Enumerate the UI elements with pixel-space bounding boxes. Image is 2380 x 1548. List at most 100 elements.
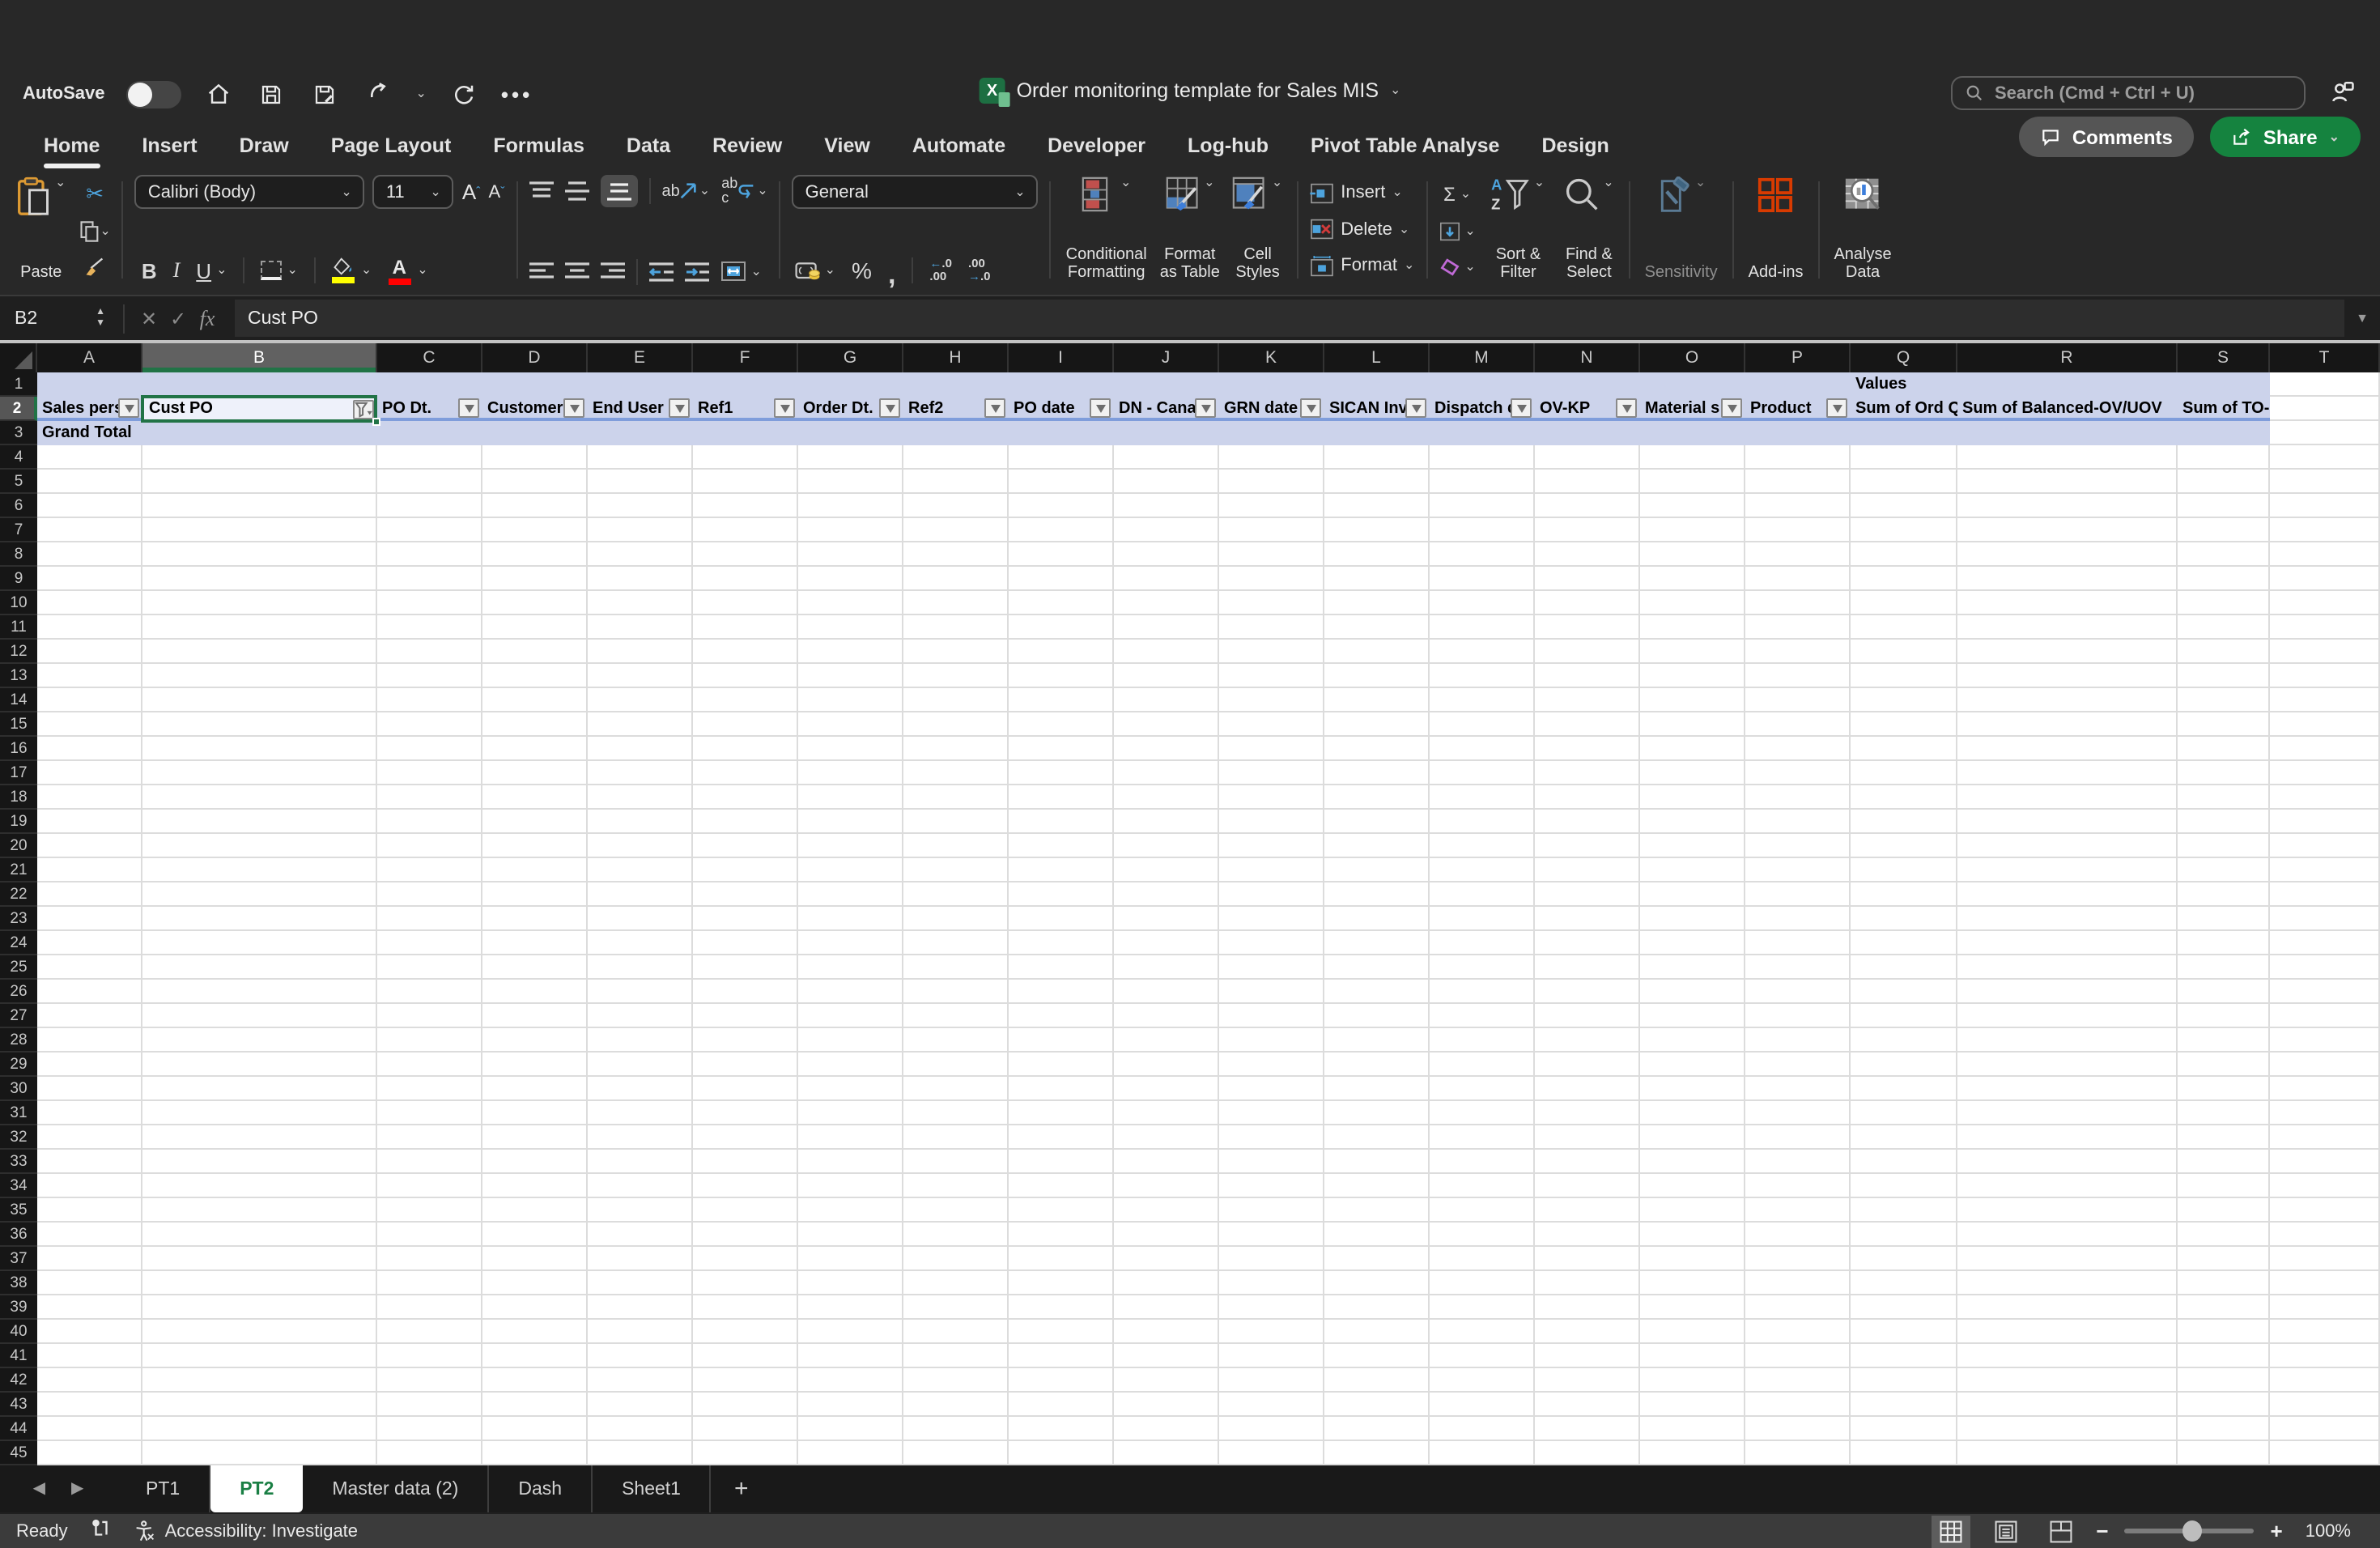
wrap-text-icon[interactable]: ab c ⌄ [721, 176, 767, 206]
formula-input[interactable]: Cust PO [235, 299, 2344, 338]
page-break-view-icon[interactable] [2041, 1515, 2080, 1547]
enter-icon[interactable]: ✓ [164, 307, 193, 330]
sheet-nav-left-icon[interactable]: ◀ [33, 1481, 45, 1499]
filter-dropdown-button-M[interactable] [1511, 398, 1532, 419]
filter-dropdown-button-K[interactable] [1300, 398, 1321, 419]
filter-dropdown-button-G[interactable] [879, 398, 900, 419]
row-header-12[interactable]: 12 [0, 640, 37, 665]
insert-function-icon[interactable]: fx [193, 305, 222, 331]
zoom-slider[interactable] [2124, 1520, 2255, 1542]
row-header-34[interactable]: 34 [0, 1175, 37, 1199]
pivot-header-S[interactable]: Sum of TO-KP [2178, 398, 2270, 422]
row-header-25[interactable]: 25 [0, 956, 37, 980]
row-header-30[interactable]: 30 [0, 1078, 37, 1102]
row-header-2[interactable]: 2 [0, 397, 37, 422]
row-header-44[interactable]: 44 [0, 1418, 37, 1442]
save-as-icon[interactable] [309, 79, 342, 111]
cut-icon[interactable]: ✂ [79, 181, 110, 207]
ribbon-tab-view[interactable]: View [803, 129, 891, 164]
ribbon-tab-log-hub[interactable]: Log-hub [1167, 129, 1290, 164]
cells-area[interactable]: Values Sales perso Cust PO PO Dt. Customer En… [37, 372, 2380, 1466]
format-painter-icon[interactable] [79, 255, 110, 278]
normal-view-icon[interactable] [1931, 1515, 1970, 1548]
row-header-8[interactable]: 8 [0, 543, 37, 568]
column-header-J[interactable]: J [1114, 343, 1219, 373]
sheet-tab-pt1[interactable]: PT1 [117, 1465, 211, 1513]
pivot-header-H[interactable]: Ref2 [903, 398, 1009, 422]
save-icon[interactable] [256, 79, 288, 111]
format-as-table-dropdown-icon[interactable]: ⌄ [1204, 176, 1214, 189]
zoom-out-icon[interactable]: − [2096, 1519, 2108, 1543]
decrease-decimal-icon[interactable]: .00 →.0 [968, 257, 991, 284]
align-middle-icon[interactable] [564, 181, 589, 202]
align-top-icon[interactable] [529, 181, 554, 201]
row-header-19[interactable]: 19 [0, 810, 37, 835]
pivot-header-F[interactable]: Ref1 [693, 398, 798, 422]
row-header-17[interactable]: 17 [0, 762, 37, 786]
row-header-21[interactable]: 21 [0, 859, 37, 883]
row-header-7[interactable]: 7 [0, 519, 37, 543]
row-header-31[interactable]: 31 [0, 1102, 37, 1126]
autosave-toggle[interactable] [125, 80, 181, 108]
home-icon[interactable] [202, 79, 235, 111]
ribbon-tab-home[interactable]: Home [23, 129, 121, 169]
pivot-header-G[interactable]: Order Dt. [798, 398, 903, 422]
row-header-5[interactable]: 5 [0, 470, 37, 495]
row-header-43[interactable]: 43 [0, 1393, 37, 1418]
filter-dropdown-button-I[interactable] [1090, 398, 1111, 419]
increase-decimal-icon[interactable]: ←.0.00 [929, 257, 952, 284]
column-header-Q[interactable]: Q [1851, 343, 1957, 373]
column-header-N[interactable]: N [1535, 343, 1640, 373]
autosum-icon[interactable]: Σ ⌄ [1439, 183, 1475, 206]
filter-dropdown-button-N[interactable] [1616, 398, 1637, 419]
orientation-icon[interactable]: ab ⌄ [662, 182, 711, 200]
add-sheet-button[interactable]: + [712, 1466, 771, 1513]
paste-dropdown-icon[interactable]: ⌄ [55, 176, 66, 189]
filter-dropdown-button-H[interactable] [984, 398, 1005, 419]
cell-styles-dropdown-icon[interactable]: ⌄ [1272, 176, 1282, 189]
column-header-I[interactable]: I [1009, 343, 1114, 373]
copy-dropdown-icon[interactable]: ⌄ [100, 224, 110, 238]
column-header-F[interactable]: F [693, 343, 798, 373]
row-header-11[interactable]: 11 [0, 616, 37, 640]
pivot-header-Q[interactable]: Sum of Ord Qty [1851, 398, 1957, 422]
comments-button[interactable]: Comments [2018, 117, 2194, 158]
column-header-P[interactable]: P [1745, 343, 1851, 373]
zoom-slider-thumb[interactable] [2182, 1520, 2203, 1542]
accounting-format-icon[interactable]: ⌄ [796, 261, 835, 282]
row-header-3[interactable]: 3 [0, 422, 37, 446]
people-presence-icon[interactable] [2325, 78, 2357, 110]
zoom-in-icon[interactable]: + [2271, 1519, 2283, 1543]
redo-icon[interactable] [448, 79, 480, 111]
fill-color-dropdown-icon[interactable]: ⌄ [361, 263, 372, 277]
pivot-header-K[interactable]: GRN date [1219, 398, 1324, 422]
search-input[interactable]: Search (Cmd + Ctrl + U) [1951, 76, 2306, 111]
row-header-41[interactable]: 41 [0, 1345, 37, 1369]
row-header-13[interactable]: 13 [0, 665, 37, 689]
row-header-23[interactable]: 23 [0, 908, 37, 932]
filter-dropdown-button-P[interactable] [1826, 398, 1847, 419]
row-header-35[interactable]: 35 [0, 1199, 37, 1223]
filter-dropdown-button-C[interactable] [458, 398, 479, 419]
row-header-22[interactable]: 22 [0, 883, 37, 908]
pivot-header-L[interactable]: SICAN Invo [1324, 398, 1430, 422]
bold-button[interactable]: B [142, 258, 157, 283]
pivot-header-M[interactable]: Dispatch d [1430, 398, 1535, 422]
row-header-1[interactable]: 1 [0, 373, 37, 398]
filter-dropdown-button-E[interactable] [669, 398, 690, 419]
document-title-area[interactable]: X Order monitoring template for Sales MI… [979, 78, 1400, 108]
comma-style-icon[interactable]: , [888, 261, 895, 287]
row-header-9[interactable]: 9 [0, 568, 37, 592]
row-header-36[interactable]: 36 [0, 1223, 37, 1248]
align-left-icon[interactable] [529, 262, 554, 281]
undo-icon[interactable] [363, 79, 395, 111]
sheet-tab-dash[interactable]: Dash [489, 1465, 593, 1513]
fill-color-button[interactable] [331, 257, 355, 284]
ribbon-tab-developer[interactable]: Developer [1026, 129, 1167, 164]
cancel-icon[interactable]: ✕ [134, 307, 164, 330]
row-header-15[interactable]: 15 [0, 713, 37, 738]
formula-bar-expand-icon[interactable]: ▼ [2356, 311, 2369, 325]
share-dropdown-icon[interactable]: ⌄ [2329, 130, 2340, 144]
name-box[interactable]: B2 ▲ ▼ [0, 308, 113, 329]
row-header-39[interactable]: 39 [0, 1296, 37, 1320]
